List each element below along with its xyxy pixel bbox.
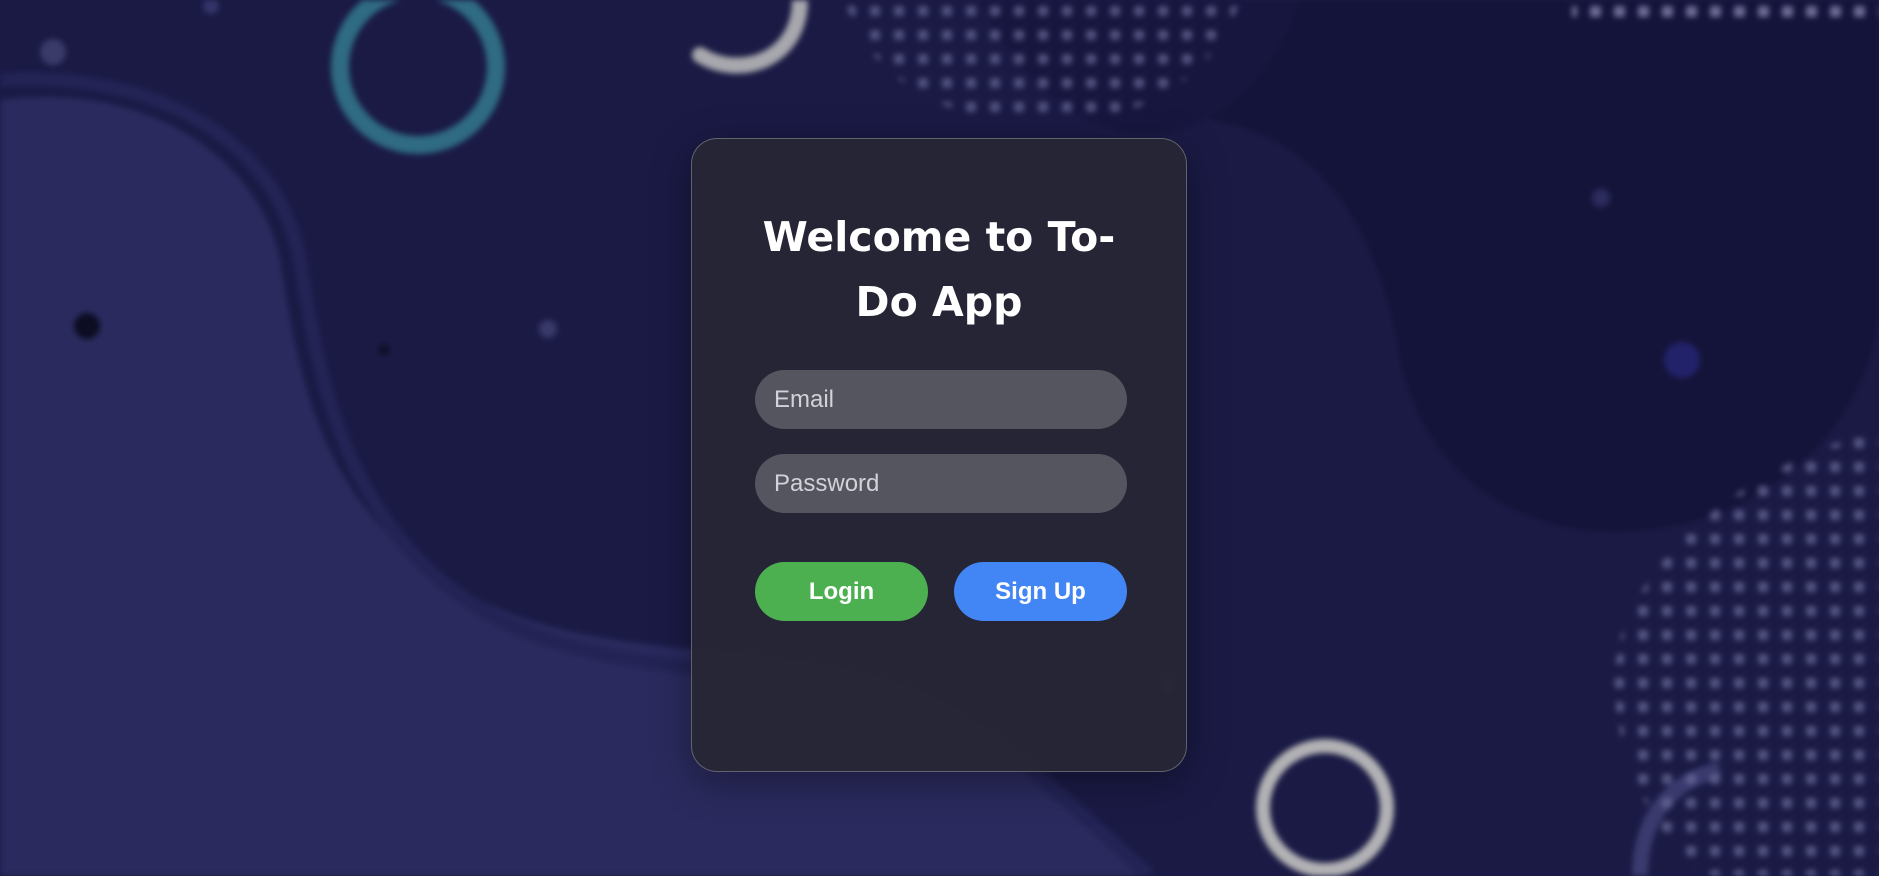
password-input[interactable] [755, 454, 1127, 513]
sign-up-button[interactable]: Sign Up [954, 562, 1127, 621]
login-card: Welcome to To-Do App Login Sign Up [691, 138, 1187, 772]
page-title: Welcome to To-Do App [762, 213, 1116, 326]
email-input[interactable] [755, 370, 1127, 429]
login-button[interactable]: Login [755, 562, 928, 621]
